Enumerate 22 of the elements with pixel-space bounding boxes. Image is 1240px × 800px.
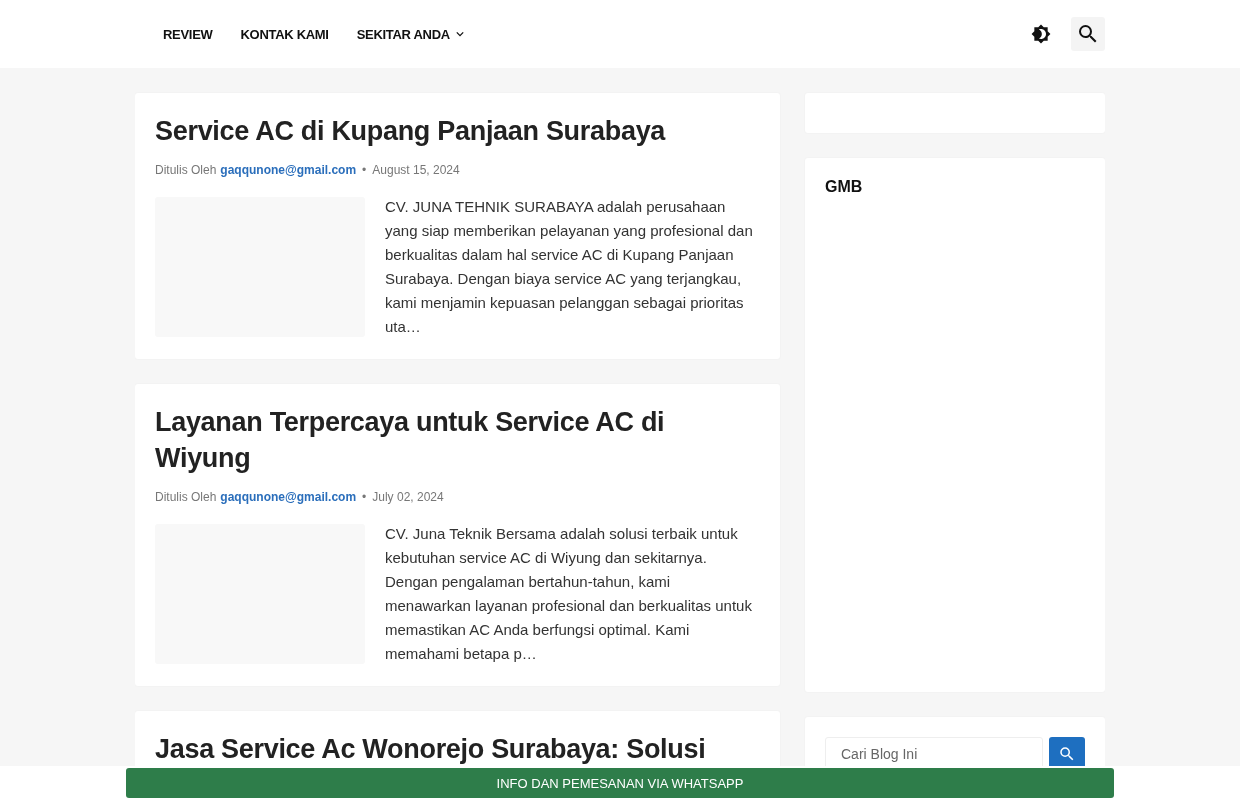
nav-link[interactable]: REVIEW <box>163 26 213 42</box>
widget-title: GMB <box>825 178 864 196</box>
author-link[interactable]: gaqqunone@gmail.com <box>220 163 357 177</box>
author-link[interactable]: gaqqunone@gmail.com <box>220 490 357 504</box>
byline-label: Ditulis Oleh <box>155 163 217 177</box>
separator-dot: • <box>362 163 367 177</box>
nav-link[interactable]: KONTAK KAMI <box>240 26 329 42</box>
separator-dot: • <box>362 490 367 504</box>
whatsapp-link[interactable]: INFO DAN PEMESANAN VIA WHATSAPP <box>126 768 1114 798</box>
nav-link[interactable]: SEKITAR ANDA <box>356 26 464 42</box>
search-field[interactable]: Cari Blog Ini <box>825 737 1043 766</box>
post-title[interactable]: Service AC di Kupang Panjaan Surabaya <box>155 113 760 149</box>
post-date: August 15, 2024 <box>372 163 460 177</box>
search-icon <box>1058 745 1076 763</box>
search-button[interactable] <box>1071 17 1105 51</box>
post-title[interactable]: Layanan Terpercaya untuk Service AC di Wiyung <box>155 404 760 476</box>
brightness-icon[interactable] <box>1031 24 1051 44</box>
post-excerpt: CV. Juna Teknik Bersama adalah solusi terbaik untuk kebutuhan service AC di Wiyung dan sekitarnya. Dengan pengalaman bertahun-tahun, kami menawarkan layanan profesional dan berkualitas untuk memastikan AC Anda berfungsi optimal. Kami memahami betapa p… <box>385 524 753 664</box>
post-date: July 02, 2024 <box>372 490 444 504</box>
post-excerpt: CV. JUNA TEHNIK SURABAYA adalah perusahaan yang siap memberikan pelayanan yang profesional dan berkualitas dalam hal service AC di Kupang Panjaan Surabaya. Dengan biaya service AC yang terjangkau, kami menjamin kepuasan pelanggan sebagai prioritas uta… <box>385 197 754 337</box>
byline-label: Ditulis Oleh <box>155 490 217 504</box>
post-title[interactable]: Jasa Service Ac Wonorejo Surabaya: Solusi <box>155 731 760 766</box>
